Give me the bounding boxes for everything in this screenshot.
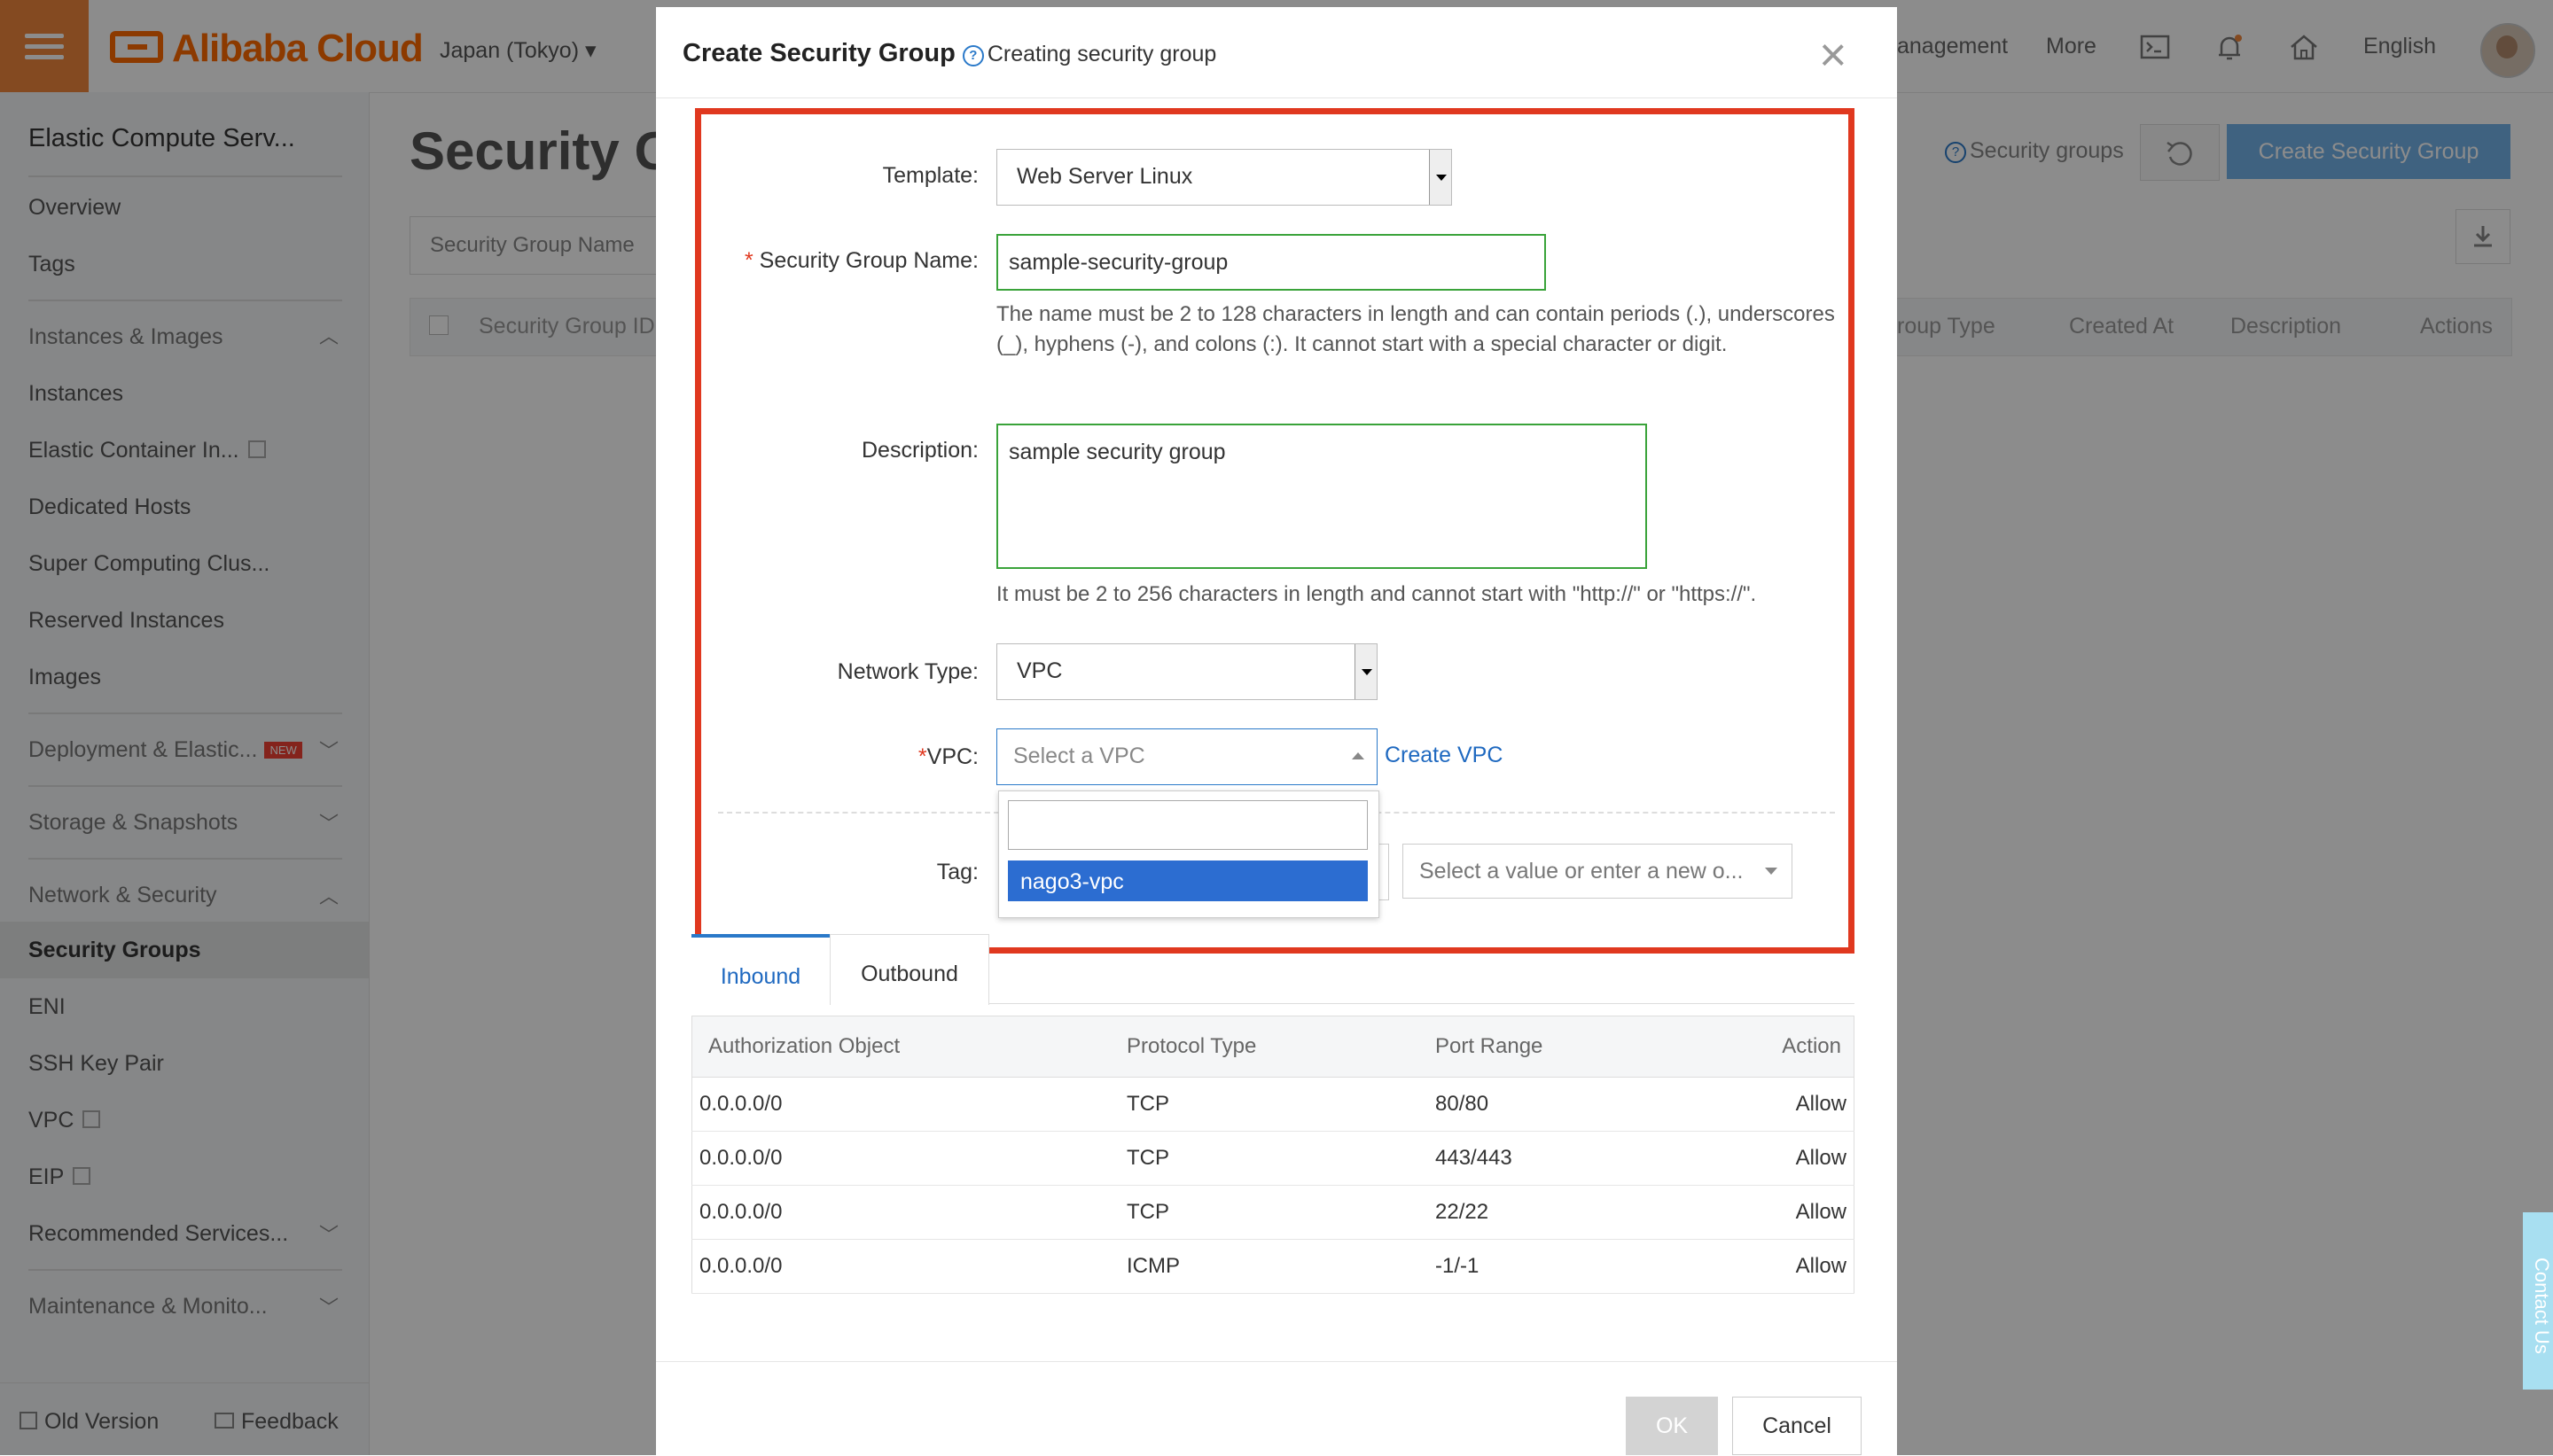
port-range-cell: -1/-1 [1434,1239,1687,1294]
security-group-name-input[interactable]: sample-security-group [996,234,1546,291]
chevron-down-icon [1765,868,1777,875]
create-vpc-link[interactable]: Create VPC [1385,743,1503,768]
description-label: Description: [862,438,979,463]
help-icon[interactable]: ? [962,45,984,66]
chevron-up-icon [1352,752,1364,759]
description-hint: It must be 2 to 256 characters in length… [996,582,1757,606]
protocol-cell: TCP [1126,1185,1434,1240]
dialog-subtitle: Creating security group [987,42,1217,66]
dialog-title: Create Security Group? Creating security … [683,39,1217,67]
action-cell: Allow [1686,1131,1854,1186]
description-value: sample security group [1009,440,1226,464]
table-header-row: Authorization Object Protocol Type Port … [691,1016,1854,1078]
create-security-group-dialog: Create Security Group? Creating security … [656,7,1897,1455]
port-range-cell: 80/80 [1434,1077,1687,1132]
vpc-option[interactable]: nago3-vpc [1008,860,1368,901]
vpc-search-input[interactable] [1008,800,1368,850]
authorization-object-cell: 0.0.0.0/0 [691,1185,1126,1240]
authorization-object-cell: 0.0.0.0/0 [691,1077,1126,1132]
name-label: * Security Group Name: [744,248,979,273]
table-row: 0.0.0.0/0 TCP 22/22 Allow [691,1185,1854,1240]
protocol-cell: ICMP [1126,1239,1434,1294]
tag-value-select[interactable]: Select a value or enter a new o... [1402,844,1792,899]
vpc-dropdown-menu: nago3-vpc [998,790,1379,918]
column-header: Action [1686,1016,1854,1078]
protocol-cell: TCP [1126,1077,1434,1132]
template-select[interactable]: Web Server Linux [996,149,1452,206]
tag-value-placeholder: Select a value or enter a new o... [1419,859,1744,884]
table-row: 0.0.0.0/0 TCP 443/443 Allow [691,1131,1854,1186]
dropdown-arrow-icon [1429,150,1451,205]
cancel-button[interactable]: Cancel [1732,1397,1862,1455]
authorization-object-cell: 0.0.0.0/0 [691,1131,1126,1186]
name-input-value: sample-security-group [1009,250,1229,275]
footer-divider [656,1361,1897,1362]
name-hint: The name must be 2 to 128 characters in … [996,302,1835,356]
ok-button[interactable]: OK [1626,1397,1718,1455]
rules-table: Authorization Object Protocol Type Port … [691,1016,1854,1294]
table-row: 0.0.0.0/0 TCP 80/80 Allow [691,1077,1854,1132]
table-row: 0.0.0.0/0 ICMP -1/-1 Allow [691,1239,1854,1294]
template-label: Template: [882,163,979,188]
vpc-label: *VPC: [917,744,979,769]
port-range-cell: 443/443 [1434,1131,1687,1186]
tab-outbound[interactable]: Outbound [830,934,989,1005]
contact-us-tab[interactable]: Contact Us [2523,1212,2553,1390]
action-cell: Allow [1686,1239,1854,1294]
vpc-select[interactable]: Select a VPC [996,728,1378,785]
action-cell: Allow [1686,1185,1854,1240]
tag-label: Tag: [936,860,979,884]
authorization-object-cell: 0.0.0.0/0 [691,1239,1126,1294]
port-range-cell: 22/22 [1434,1185,1687,1240]
column-header: Authorization Object [691,1016,1126,1078]
divider [656,97,1897,98]
description-textarea[interactable]: sample security group [996,424,1647,569]
action-cell: Allow [1686,1077,1854,1132]
network-type-label: Network Type: [837,659,979,684]
dropdown-arrow-icon [1355,644,1377,699]
network-type-select[interactable]: VPC [996,643,1378,700]
close-icon[interactable]: × [1814,30,1853,80]
column-header: Port Range [1434,1016,1687,1078]
tab-inbound[interactable]: Inbound [691,934,830,1005]
protocol-cell: TCP [1126,1131,1434,1186]
column-header: Protocol Type [1126,1016,1434,1078]
